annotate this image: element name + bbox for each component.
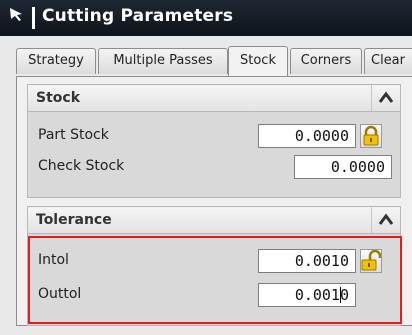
chevron-up-icon <box>378 213 394 225</box>
stock-group-body: Part Stock 0.0000 Check Stock 0.0000 <box>27 112 401 198</box>
part-stock-field[interactable]: 0.0000 <box>258 124 356 148</box>
part-stock-label: Part Stock <box>38 127 109 143</box>
outtol-label: Outtol <box>38 286 82 302</box>
check-stock-field[interactable]: 0.0000 <box>294 155 392 179</box>
outtol-field[interactable]: 0.0010 <box>258 283 356 307</box>
collapse-stock-button[interactable] <box>371 85 400 111</box>
intol-lock-button[interactable] <box>360 249 382 273</box>
title-separator <box>32 7 35 29</box>
tab-multiple-passes[interactable]: Multiple Passes <box>98 48 228 74</box>
tolerance-group-title: Tolerance <box>36 212 112 228</box>
text-cursor <box>340 287 341 303</box>
tab-stock[interactable]: Stock <box>228 46 288 76</box>
unlocked-padlock-icon <box>361 249 382 271</box>
locked-padlock-icon <box>363 125 379 146</box>
check-stock-label: Check Stock <box>38 158 125 174</box>
tab-corners[interactable]: Corners <box>290 48 362 74</box>
chevron-up-icon <box>378 91 394 103</box>
title-bar: Cutting Parameters <box>0 0 412 36</box>
tolerance-group-body: Intol 0.0010 Outtol 0.0010 <box>27 234 401 326</box>
intol-label: Intol <box>38 252 69 268</box>
tab-clear[interactable]: Clear <box>364 48 412 74</box>
stock-group-header[interactable]: Stock <box>27 84 401 112</box>
tab-strip: Strategy Multiple Passes Stock Corners C… <box>16 46 412 76</box>
dialog-title: Cutting Parameters <box>42 6 234 26</box>
tolerance-group-header[interactable]: Tolerance <box>27 206 401 234</box>
stock-group-title: Stock <box>36 90 81 106</box>
part-stock-lock-button[interactable] <box>360 124 382 148</box>
intol-field[interactable]: 0.0010 <box>258 249 356 273</box>
tab-strategy[interactable]: Strategy <box>16 48 96 74</box>
select-cursor-icon <box>10 8 22 21</box>
collapse-tolerance-button[interactable] <box>371 207 400 233</box>
